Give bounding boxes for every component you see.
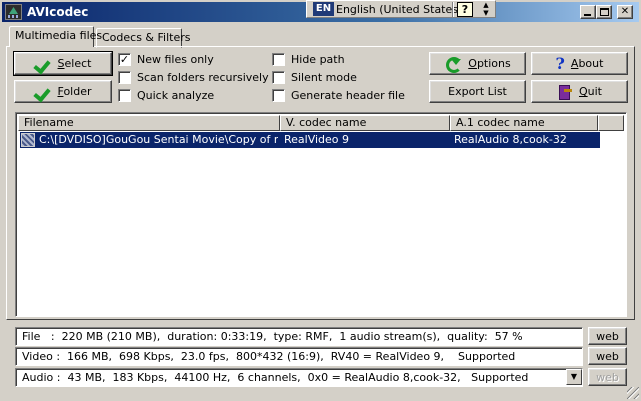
question-mark-icon: ? [555,54,565,73]
resize-grip[interactable] [627,387,639,399]
refresh-icon [444,56,463,73]
avicodec-window: AVIcodec EN English (United States) ? ▲ ▼… [0,0,641,401]
file-list-header: Filename V. codec name A.1 codec name [18,115,624,131]
green-check-icon [35,84,52,100]
scan-recursively-label: Scan folders recursively [137,70,269,84]
new-files-only-check[interactable]: ✓ [118,52,131,66]
tab-multimedia-files[interactable]: Multimedia files [9,26,102,47]
language-bar-options-icon[interactable]: ▲ ▼ [480,1,492,17]
new-files-only-label: New files only [137,52,214,66]
export-list-button-label: Export List [448,85,507,98]
close-icon: ✕ [620,6,630,17]
row-audio-codec: RealAudio 8,cook-32 [454,133,567,146]
window-title: AVIcodec [27,5,89,19]
silent-mode-check[interactable] [272,70,285,84]
language-code-badge[interactable]: EN [313,2,334,16]
select-button[interactable]: Select [13,51,113,76]
options-button[interactable]: Options [429,52,526,75]
row-filename: C:\[DVDISO]GouGou Sentai Movie\Copy of m… [39,133,278,146]
folder-button-label: Folder [57,85,92,98]
scan-recursively-check[interactable] [118,70,131,84]
quick-analyze-checkbox[interactable]: Quick analyze [118,88,214,102]
generate-header-checkbox[interactable]: Generate header file [272,88,405,102]
audio-web-button: web [588,368,627,386]
chevron-down-icon: ▼ [570,372,578,381]
column-header-video-codec[interactable]: V. codec name [280,115,450,131]
select-button-label: Select [57,57,92,70]
hide-path-label: Hide path [291,52,345,66]
row-video-codec: RealVideo 9 [284,133,350,146]
quit-button[interactable]: Quit [531,80,628,103]
minimize-button[interactable] [580,5,596,19]
options-button-label: Options [468,57,511,70]
column-header-filename[interactable]: Filename [18,115,280,131]
table-row[interactable]: C:\[DVDISO]GouGou Sentai Movie\Copy of m… [20,132,600,148]
help-icon[interactable]: ? [457,2,473,17]
minimize-icon [584,14,591,16]
file-web-button[interactable]: web [588,327,627,345]
maximize-button[interactable] [596,5,612,19]
quick-analyze-label: Quick analyze [137,88,215,102]
about-button[interactable]: ? About [531,52,628,75]
scan-recursively-checkbox[interactable]: Scan folders recursively [118,70,269,84]
silent-mode-checkbox[interactable]: Silent mode [272,70,357,84]
video-info-line: Video : 166 MB, 698 Kbps, 23.0 fps, 800*… [15,347,583,366]
language-name[interactable]: English (United States) [336,3,462,16]
column-header-filler [598,115,624,131]
export-list-button[interactable]: Export List [429,80,526,103]
tab-codecs-filters[interactable]: Codecs & Filters [96,28,190,48]
audio-info-combo[interactable]: Audio : 43 MB, 183 Kbps, 44100 Hz, 6 cha… [15,368,583,387]
maximize-icon [600,8,609,16]
new-files-only-checkbox[interactable]: ✓ New files only [118,52,214,66]
language-bar[interactable]: EN English (United States) ? ▲ ▼ [306,0,496,18]
hide-path-checkbox[interactable]: Hide path [272,52,345,66]
folder-button[interactable]: Folder [14,80,112,103]
media-file-icon [21,133,35,147]
quit-button-label: Quit [578,85,602,98]
generate-header-label: Generate header file [291,88,405,102]
app-icon[interactable] [5,4,22,20]
green-check-icon [35,56,52,72]
column-header-audio-codec[interactable]: A.1 codec name [450,115,598,131]
about-button-label: About [570,57,604,70]
video-web-button[interactable]: web [588,347,627,365]
quick-analyze-check[interactable] [118,88,131,102]
file-info-line: File : 220 MB (210 MB), duration: 0:33:1… [15,327,583,346]
audio-dropdown-button[interactable]: ▼ [566,369,582,385]
file-list[interactable]: Filename V. codec name A.1 codec name C:… [15,112,627,317]
close-button[interactable]: ✕ [617,5,633,19]
exit-door-icon [557,84,573,100]
language-bar-separator [452,2,454,17]
generate-header-check[interactable] [272,88,285,102]
hide-path-check[interactable] [272,52,285,66]
silent-mode-label: Silent mode [291,70,357,84]
